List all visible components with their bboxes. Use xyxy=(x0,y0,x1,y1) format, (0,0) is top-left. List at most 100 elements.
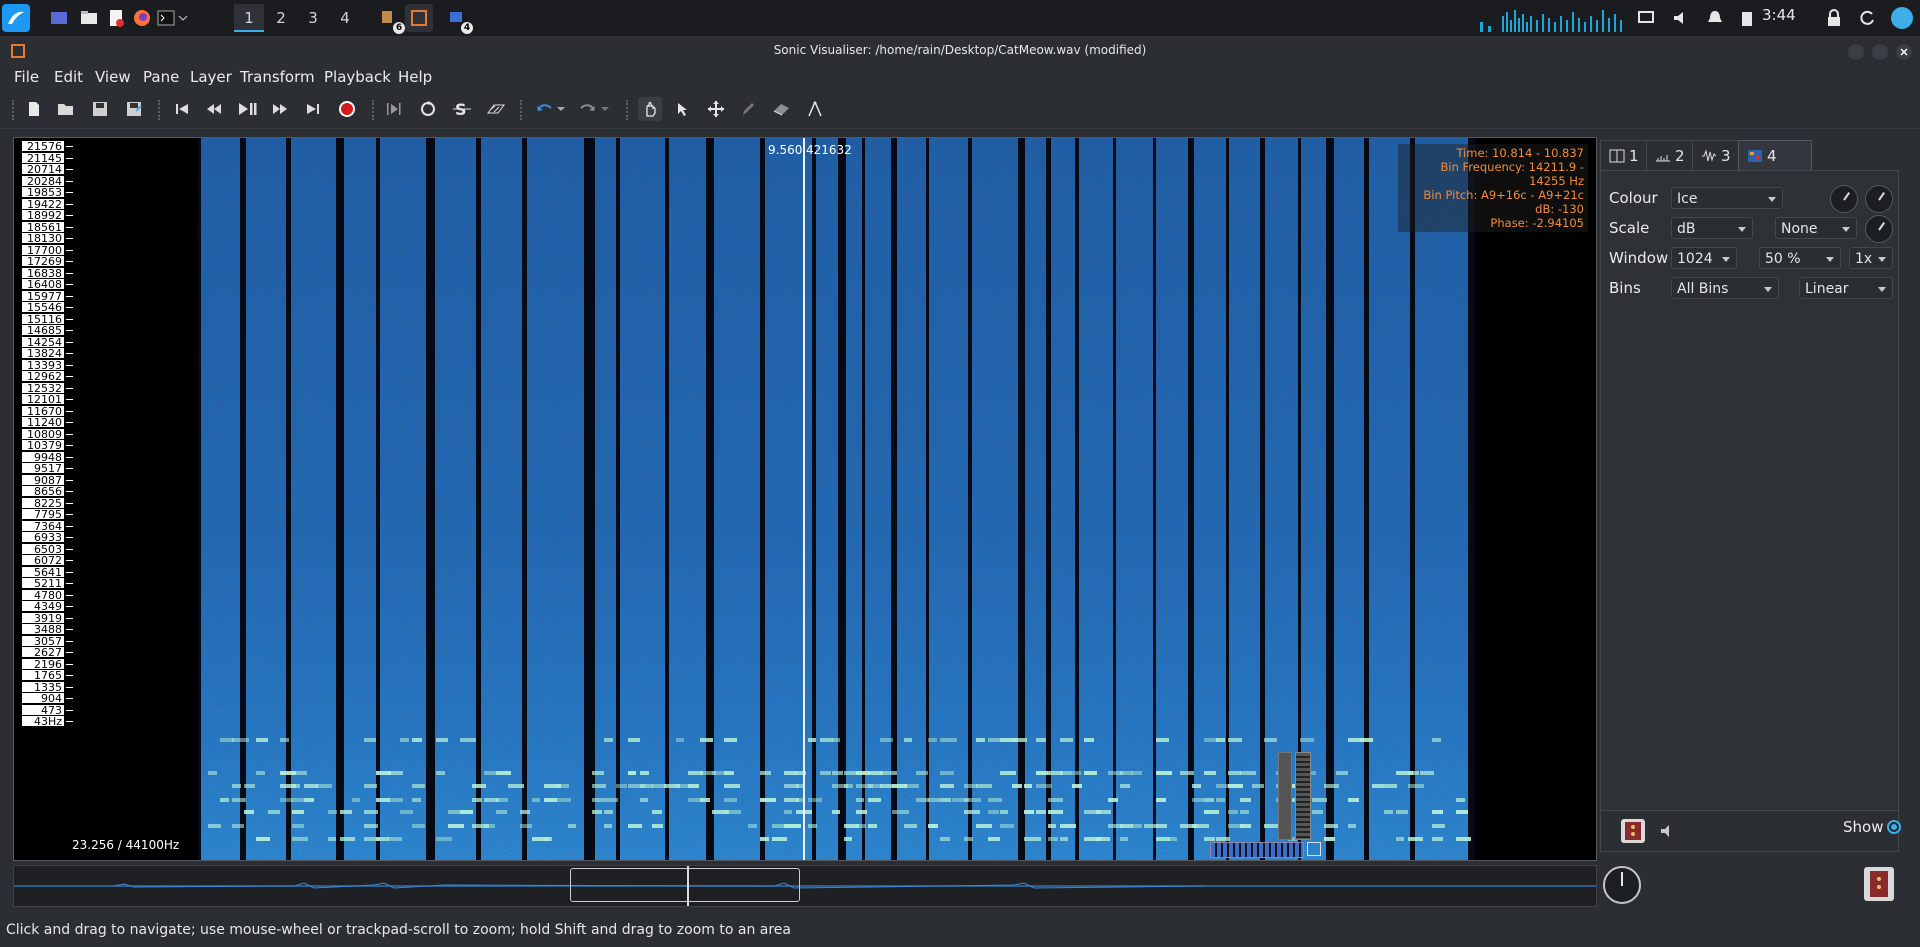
close-button[interactable] xyxy=(1896,44,1912,60)
running-app-icon[interactable]: 4 xyxy=(443,4,473,34)
erase-tool-button[interactable] xyxy=(770,97,794,121)
signal-mark xyxy=(208,824,221,828)
silence-column xyxy=(812,138,816,860)
frequency-tick-mark xyxy=(66,525,73,527)
lock-icon[interactable] xyxy=(1826,9,1842,27)
toolbar-grip[interactable] xyxy=(372,100,377,120)
menu-help[interactable]: Help xyxy=(398,68,432,86)
toolbar-grip[interactable] xyxy=(520,100,525,120)
signal-mark xyxy=(1252,784,1264,788)
menu-playback[interactable]: Playback xyxy=(324,68,391,86)
solo-button[interactable]: S xyxy=(450,97,474,121)
running-app-icon[interactable]: 6 xyxy=(375,4,405,34)
save-as-button[interactable] xyxy=(122,97,146,121)
volume-icon[interactable] xyxy=(1672,9,1690,27)
workspace-3[interactable]: 3 xyxy=(298,4,328,32)
colour-rotation-dial[interactable] xyxy=(1830,185,1858,213)
refresh-icon[interactable] xyxy=(1858,9,1876,27)
frequency-tick-mark xyxy=(66,571,73,573)
launcher-icon[interactable] xyxy=(2,4,30,32)
sonic-visualiser-task-icon[interactable] xyxy=(405,4,433,32)
show-desktop-icon[interactable] xyxy=(45,4,73,32)
redo-menu-button[interactable] xyxy=(598,97,612,121)
workspace-2[interactable]: 2 xyxy=(266,4,296,32)
notifications-icon[interactable] xyxy=(1706,9,1724,27)
draw-tool-button[interactable] xyxy=(736,97,760,121)
frequency-tick-mark xyxy=(66,307,73,308)
bin-display-select[interactable]: All Bins xyxy=(1671,277,1779,299)
file-manager-icon[interactable] xyxy=(75,4,103,32)
oversampling-select[interactable]: 1x xyxy=(1849,247,1893,269)
menu-file[interactable]: File xyxy=(14,68,39,86)
spectrogram-pane[interactable]: 21576 21145 20714 20284 19853 19422 18992 18561… xyxy=(13,137,1597,861)
play-pause-button[interactable] xyxy=(235,97,259,121)
record-button[interactable] xyxy=(335,97,359,121)
threshold-dial[interactable] xyxy=(1865,185,1893,213)
silence-column xyxy=(1410,138,1415,860)
gain-dial[interactable] xyxy=(1865,215,1893,243)
battery-icon[interactable] xyxy=(1740,9,1754,27)
user-avatar-icon[interactable] xyxy=(1890,6,1914,30)
loop-button[interactable] xyxy=(416,97,440,121)
pane-layer-icon[interactable] xyxy=(1864,867,1894,901)
play-selection-button[interactable] xyxy=(382,97,406,121)
undo-button[interactable] xyxy=(532,97,556,121)
signal-mark xyxy=(628,824,642,828)
minimize-button[interactable] xyxy=(1848,44,1864,60)
clock[interactable]: 3:44 xyxy=(1762,6,1796,24)
frequency-scale-select[interactable]: Linear xyxy=(1799,277,1893,299)
menu-layer[interactable]: Layer xyxy=(190,68,232,86)
colour-select[interactable]: Ice xyxy=(1671,187,1783,209)
play-audio-icon[interactable] xyxy=(1657,821,1677,841)
display-icon[interactable] xyxy=(1637,9,1655,27)
menu-pane[interactable]: Pane xyxy=(143,68,179,86)
navigate-tool-button[interactable] xyxy=(638,97,662,121)
save-button[interactable] xyxy=(88,97,112,121)
frequency-tick-label: 18130 xyxy=(21,232,65,245)
new-session-button[interactable] xyxy=(22,97,46,121)
scale-label: Scale xyxy=(1609,219,1650,237)
playback-cursor[interactable] xyxy=(803,138,805,860)
signal-mark xyxy=(388,837,402,841)
vertical-zoom-scroll[interactable] xyxy=(1295,752,1311,840)
menu-transform[interactable]: Transform xyxy=(240,68,315,86)
rewind-button[interactable] xyxy=(202,97,226,121)
signal-mark xyxy=(808,798,822,802)
workspace-4[interactable]: 4 xyxy=(330,4,360,32)
text-editor-icon[interactable] xyxy=(102,4,130,32)
signal-mark xyxy=(280,798,293,802)
layer-colour-icon[interactable] xyxy=(1621,819,1645,843)
undo-menu-button[interactable] xyxy=(554,97,568,121)
zoom-reset-button[interactable] xyxy=(1307,842,1321,856)
signal-mark xyxy=(1048,810,1063,814)
workspace-1[interactable]: 1 xyxy=(234,4,264,32)
rewind-start-button[interactable] xyxy=(170,97,194,121)
signal-mark xyxy=(292,810,304,814)
toolbar-grip[interactable] xyxy=(12,100,17,120)
select-tool-button[interactable] xyxy=(670,97,694,121)
redo-button[interactable] xyxy=(576,97,600,121)
tab-layer-4[interactable]: 4 xyxy=(1738,140,1812,171)
measure-tool-button[interactable] xyxy=(803,97,827,121)
window-overlap-select[interactable]: 50 % xyxy=(1759,247,1841,269)
horizontal-zoom-bar[interactable] xyxy=(1210,842,1304,858)
terminal-dropdown-icon[interactable] xyxy=(174,4,188,32)
signal-mark xyxy=(700,738,713,742)
show-layer-toggle[interactable] xyxy=(1887,820,1901,834)
open-button[interactable] xyxy=(54,97,78,121)
edit-tool-button[interactable] xyxy=(704,97,728,121)
maximize-button[interactable] xyxy=(1872,44,1888,60)
normalization-select[interactable]: None xyxy=(1775,217,1857,239)
menu-view[interactable]: View xyxy=(95,68,131,86)
overview-viewport[interactable] xyxy=(570,868,800,902)
vertical-zoom-slider[interactable] xyxy=(1278,752,1292,840)
align-button[interactable] xyxy=(484,97,508,121)
toolbar-grip[interactable] xyxy=(158,100,163,120)
toolbar-grip[interactable] xyxy=(626,100,631,120)
window-size-select[interactable]: 1024 xyxy=(1671,247,1737,269)
fast-forward-button[interactable] xyxy=(268,97,292,121)
menu-edit[interactable]: Edit xyxy=(54,68,83,86)
skip-end-button[interactable] xyxy=(301,97,325,121)
overview-strip[interactable] xyxy=(13,865,1597,907)
scale-select[interactable]: dB xyxy=(1671,217,1753,239)
